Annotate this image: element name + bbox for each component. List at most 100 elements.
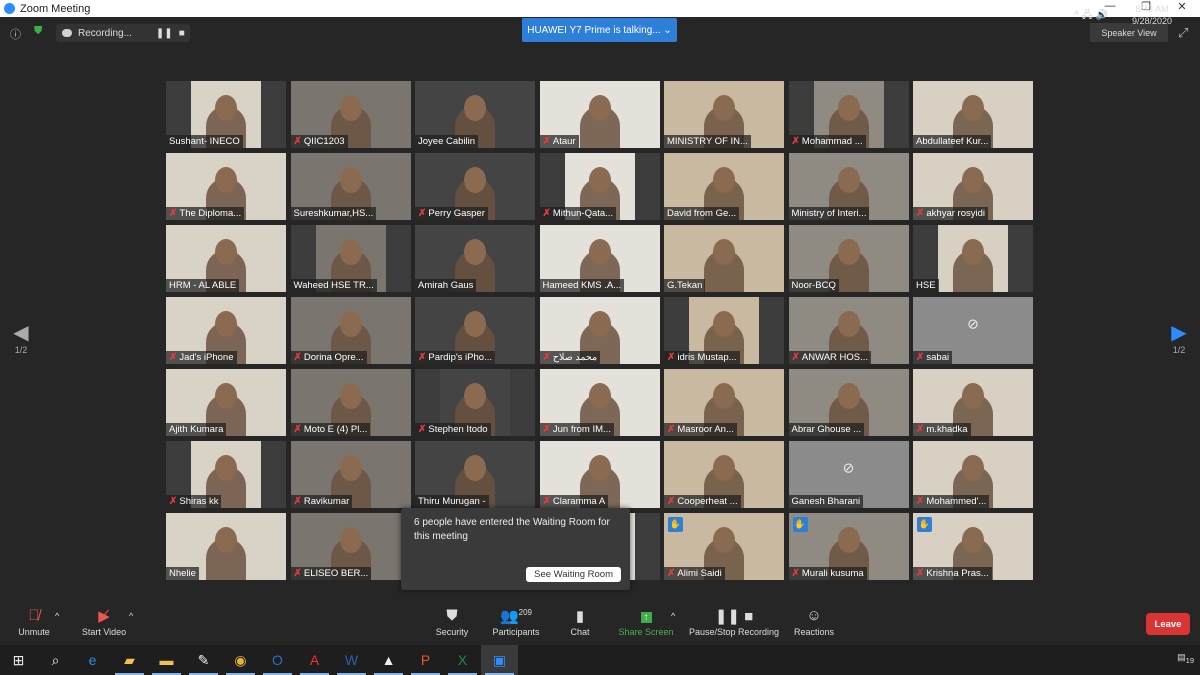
outlook-icon[interactable]: O: [259, 645, 296, 675]
next-page-button[interactable]: ▶ 1/2: [1164, 320, 1194, 355]
participant-tile[interactable]: ✗ Perry Gasper: [415, 153, 535, 220]
start-video-button[interactable]: ▶̸ Start Video: [80, 607, 128, 637]
system-tray-icons[interactable]: ^ 🖧 🔊: [1074, 8, 1108, 25]
participant-tile[interactable]: ⊘ ✗ sabai: [913, 297, 1033, 364]
participant-tile[interactable]: ✗ ANWAR HOS...: [788, 297, 909, 364]
photos-icon[interactable]: ▲: [370, 645, 407, 675]
audio-options-caret[interactable]: ^: [55, 611, 59, 621]
participant-tile[interactable]: Sushant- INECO: [166, 81, 286, 148]
pause-stop-recording-button[interactable]: ❚❚ ■ Pause/Stop Recording: [688, 607, 780, 637]
chat-button[interactable]: ▮ Chat: [566, 607, 594, 637]
participant-name-label: ✗ محمد صلاح: [539, 351, 601, 364]
active-speaker-banner[interactable]: HUAWEI Y7 Prime is talking... ⌄: [522, 18, 677, 42]
zoom-icon[interactable]: ▣: [481, 645, 518, 675]
participant-tile[interactable]: ✋ ✗ Alimi Saidi: [664, 513, 784, 580]
stop-recording-button[interactable]: ■: [179, 28, 185, 39]
share-screen-button[interactable]: ↑ Share Screen: [618, 607, 674, 637]
video-options-caret[interactable]: ^: [129, 611, 133, 621]
participant-tile[interactable]: ✗ Ataur: [539, 81, 660, 148]
fullscreen-icon[interactable]: ⤢: [1178, 25, 1188, 41]
participant-tile[interactable]: Ajith Kumara: [166, 369, 286, 436]
video-off-icon: ▶̸: [98, 608, 110, 625]
participant-tile[interactable]: Nhelie: [166, 513, 286, 580]
participant-name-label: Sureshkumar,HS...: [290, 207, 377, 220]
edge-icon[interactable]: e: [74, 645, 111, 675]
participant-tile[interactable]: ✗ Pardip's iPho...: [415, 297, 535, 364]
participant-tile[interactable]: ✗ Stephen Itodo: [415, 369, 535, 436]
participant-tile[interactable]: Joyee Cabilin: [415, 81, 535, 148]
notifications-icon[interactable]: ▤19: [1177, 652, 1194, 665]
participant-tile[interactable]: ✗ محمد صلاح: [539, 297, 660, 364]
search-icon[interactable]: ⌕: [37, 645, 74, 675]
participant-tile[interactable]: ✗ Shiras kk: [166, 441, 286, 508]
participant-tile[interactable]: ⊘ Ganesh Bharani: [788, 441, 909, 508]
start-icon[interactable]: ⊞: [0, 645, 37, 675]
file-explorer-2-icon[interactable]: ▰: [111, 645, 148, 675]
participant-tile[interactable]: ✋ ✗ Murali kusuma: [788, 513, 909, 580]
raised-hand-icon: ✋: [792, 517, 808, 532]
participant-face: [464, 167, 486, 193]
muted-mic-icon: ✗: [293, 496, 302, 507]
participant-face: [588, 167, 611, 193]
acrobat-icon[interactable]: A: [296, 645, 333, 675]
powerpoint-icon[interactable]: P: [407, 645, 444, 675]
participant-tile[interactable]: MINISTRY OF IN...: [664, 81, 784, 148]
participant-tile[interactable]: ✗ Ravikumar: [290, 441, 411, 508]
participant-tile[interactable]: ✗ akhyar rosyidi: [913, 153, 1033, 220]
participant-tile[interactable]: ✗ Moto E (4) Pl...: [290, 369, 411, 436]
see-waiting-room-button[interactable]: See Waiting Room: [526, 567, 621, 582]
participant-face: [837, 167, 860, 193]
participant-tile[interactable]: Abrar Ghouse ...: [788, 369, 909, 436]
participant-tile[interactable]: Noor-BCQ: [788, 225, 909, 292]
file-explorer-icon[interactable]: ▬: [148, 645, 185, 675]
leave-button[interactable]: Leave: [1146, 613, 1190, 635]
unmute-button[interactable]: 🎙̸ Unmute: [14, 607, 54, 637]
participant-tile[interactable]: ✗ Cooperheat ...: [664, 441, 784, 508]
reactions-button[interactable]: ☺ Reactions: [792, 607, 836, 637]
participant-tile[interactable]: ✗ The Diploma...: [166, 153, 286, 220]
participant-name-label: ✗ Pardip's iPho...: [415, 351, 495, 364]
participant-tile[interactable]: ✗ Mohammad ...: [788, 81, 909, 148]
participant-tile[interactable]: Amirah Gaus: [415, 225, 535, 292]
participant-tile[interactable]: ✗ Mohammed'...: [913, 441, 1033, 508]
participant-tile[interactable]: ✗ m.khadka: [913, 369, 1033, 436]
security-button[interactable]: ⛊ Security: [432, 607, 472, 637]
participant-tile[interactable]: Sureshkumar,HS...: [290, 153, 411, 220]
participant-tile[interactable]: ✗ Claramma A: [539, 441, 660, 508]
participant-face: [713, 383, 735, 409]
chrome-icon[interactable]: ◉: [222, 645, 259, 675]
previous-page-button[interactable]: ◀ 1/2: [6, 320, 36, 355]
participant-tile[interactable]: Waheed HSE TR...: [290, 225, 411, 292]
muted-mic-icon: ✗: [791, 568, 800, 579]
paint-icon[interactable]: ✎: [185, 645, 222, 675]
participant-tile[interactable]: Hameed KMS .A...: [539, 225, 660, 292]
participant-tile[interactable]: ✗ Jun from IM...: [539, 369, 660, 436]
participants-button[interactable]: 👥209 Participants: [490, 607, 542, 637]
participant-name-label: ✗ Krishna Pras...: [913, 567, 992, 580]
participant-tile[interactable]: Abdullateef Kur...: [913, 81, 1033, 148]
participant-tile[interactable]: ✗ Jad's iPhone: [166, 297, 286, 364]
participant-face: [713, 167, 735, 193]
pause-recording-button[interactable]: ❚❚: [156, 28, 173, 39]
share-options-caret[interactable]: ^: [671, 611, 675, 621]
participant-tile[interactable]: David from Ge...: [664, 153, 784, 220]
participant-tile[interactable]: ✗ QIIC1203: [290, 81, 411, 148]
participant-tile[interactable]: HSE: [913, 225, 1033, 292]
participant-tile[interactable]: ✗ Masroor An...: [664, 369, 784, 436]
participant-tile[interactable]: ✗ Mithun-Qata...: [539, 153, 660, 220]
clock[interactable]: 8:43 AM 9/28/2020: [1132, 3, 1172, 27]
participant-tile[interactable]: G.Tekan: [664, 225, 784, 292]
participant-face: [339, 527, 362, 553]
participant-tile[interactable]: ✗ Dorina Opre...: [290, 297, 411, 364]
muted-mic-icon: ✗: [791, 352, 800, 363]
participant-tile[interactable]: Ministry of Interi...: [788, 153, 909, 220]
participant-tile[interactable]: ✗ idris Mustap...: [664, 297, 784, 364]
shield-icon[interactable]: ⛊: [34, 25, 42, 38]
participant-tile[interactable]: ✗ ELISEO BER...: [290, 513, 411, 580]
participant-tile[interactable]: HRM - AL ABLE: [166, 225, 286, 292]
word-icon[interactable]: W: [333, 645, 370, 675]
participant-tile[interactable]: Thiru Murugan -: [415, 441, 535, 508]
excel-icon[interactable]: X: [444, 645, 481, 675]
info-icon[interactable]: ⓘ: [10, 26, 21, 42]
participant-tile[interactable]: ✋ ✗ Krishna Pras...: [913, 513, 1033, 580]
